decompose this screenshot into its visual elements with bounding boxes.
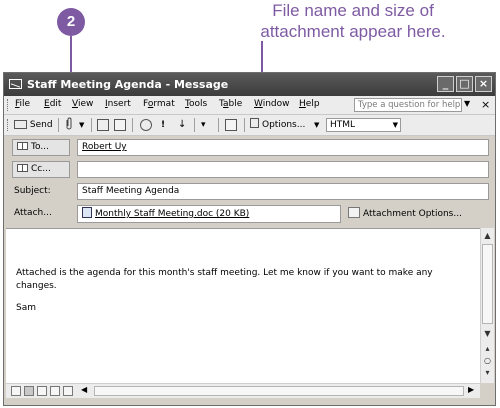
toolbar-separator bbox=[194, 118, 195, 132]
toolbar-grip[interactable] bbox=[7, 119, 10, 131]
message-paragraph: Attached is the agenda for this month's … bbox=[16, 268, 433, 291]
window-title: Staff Meeting Agenda - Message bbox=[27, 78, 229, 91]
menu-table[interactable]: Table bbox=[219, 99, 242, 109]
menu-window[interactable]: Window bbox=[254, 99, 290, 109]
cc-row: Cc... bbox=[4, 159, 495, 181]
callout-caption-line2: attachment appear here. bbox=[260, 22, 446, 41]
envelope-icon bbox=[14, 120, 27, 129]
to-button[interactable]: To... bbox=[12, 139, 70, 156]
menu-tools[interactable]: Tools bbox=[185, 99, 207, 109]
subject-label: Subject: bbox=[14, 186, 51, 196]
message-signature: Sam bbox=[16, 303, 36, 313]
attachment-options-icon bbox=[348, 207, 360, 218]
reading-layout-icon[interactable] bbox=[63, 386, 73, 396]
subject-field[interactable]: Staff Meeting Agenda bbox=[77, 183, 489, 200]
scroll-right-icon[interactable]: ▶ bbox=[468, 385, 474, 394]
scroll-thumb[interactable] bbox=[482, 244, 493, 324]
attachment-options-label: Attachment Options... bbox=[363, 209, 462, 219]
vertical-scrollbar[interactable]: ▲ ▼ ▴ ○ ▾ bbox=[480, 228, 494, 383]
address-book-icon[interactable] bbox=[97, 119, 109, 131]
standard-toolbar: Send ▼ ! ↓ ▾ Options... ▼ HTML ▼ bbox=[4, 115, 495, 136]
menu-edit[interactable]: Edit bbox=[44, 99, 61, 109]
scroll-down-icon[interactable]: ▼ bbox=[481, 328, 494, 340]
menu-format[interactable]: Format bbox=[143, 99, 175, 109]
print-layout-view-icon[interactable] bbox=[37, 386, 47, 396]
options-label: Options... bbox=[262, 120, 306, 130]
close-document-icon[interactable]: × bbox=[481, 98, 490, 111]
menu-file[interactable]: File bbox=[15, 99, 30, 109]
menu-insert[interactable]: Insert bbox=[105, 99, 131, 109]
check-names-icon[interactable] bbox=[114, 119, 126, 131]
options-button[interactable]: Options... bbox=[250, 117, 305, 133]
message-format-select[interactable]: HTML ▼ bbox=[326, 118, 401, 132]
toolbar-separator bbox=[218, 118, 219, 132]
high-importance-icon[interactable]: ! bbox=[161, 117, 165, 133]
options-dropdown-arrow-icon[interactable]: ▼ bbox=[314, 117, 319, 133]
attachment-file[interactable]: Monthly Staff Meeting.doc (20 KB) bbox=[95, 209, 249, 219]
attach-label: Attach... bbox=[14, 208, 52, 218]
paperclip-icon bbox=[66, 117, 72, 130]
title-bar: Staff Meeting Agenda - Message _ □ × bbox=[4, 73, 495, 96]
callout-step-number: 2 bbox=[57, 8, 85, 36]
address-book-icon bbox=[17, 164, 28, 172]
cc-field[interactable] bbox=[77, 161, 489, 178]
message-body[interactable]: Attached is the agenda for this month's … bbox=[6, 228, 480, 384]
word-document-icon bbox=[82, 207, 92, 218]
to-row: To... Robert Uy bbox=[4, 137, 495, 159]
outline-view-icon[interactable] bbox=[50, 386, 60, 396]
cc-label: Cc... bbox=[31, 164, 51, 174]
close-button[interactable]: × bbox=[475, 76, 492, 92]
attachment-options-button[interactable]: Attachment Options... bbox=[348, 207, 462, 219]
document-icon bbox=[250, 118, 259, 128]
cc-button[interactable]: Cc... bbox=[12, 161, 70, 178]
toolbar-separator bbox=[132, 118, 133, 132]
message-text: Attached is the agenda for this month's … bbox=[16, 267, 466, 324]
minimize-button[interactable]: _ bbox=[437, 76, 454, 92]
callout-caption-line1: File name and size of bbox=[272, 1, 434, 20]
select-browse-object-icon[interactable]: ○ bbox=[481, 356, 494, 365]
attach-dropdown-arrow-icon[interactable]: ▼ bbox=[79, 117, 84, 133]
toolbar-grip[interactable] bbox=[7, 99, 10, 111]
message-format-value: HTML bbox=[330, 120, 356, 130]
web-layout-view-icon[interactable] bbox=[24, 386, 34, 396]
menu-view[interactable]: View bbox=[72, 99, 93, 109]
scroll-up-icon[interactable]: ▲ bbox=[481, 230, 494, 242]
subject-row: Subject: Staff Meeting Agenda bbox=[4, 181, 495, 203]
follow-up-flag-icon[interactable]: ▾ bbox=[201, 117, 206, 133]
to-field[interactable]: Robert Uy bbox=[77, 139, 489, 156]
attach-file-button[interactable] bbox=[65, 117, 73, 133]
attachment-field[interactable]: Monthly Staff Meeting.doc (20 KB) bbox=[77, 205, 341, 223]
to-label: To... bbox=[31, 142, 49, 152]
previous-page-icon[interactable]: ▴ bbox=[481, 344, 494, 353]
horizontal-scrollbar[interactable]: ◀ ▶ bbox=[6, 383, 480, 398]
toolbar-separator bbox=[244, 118, 245, 132]
message-options-icon[interactable] bbox=[225, 119, 237, 131]
send-button[interactable]: Send bbox=[14, 117, 53, 133]
callout-caption: File name and size of attachment appear … bbox=[238, 0, 468, 42]
chevron-down-icon: ▼ bbox=[392, 121, 398, 129]
help-dropdown-arrow-icon[interactable]: ▼ bbox=[464, 99, 470, 108]
message-window: Staff Meeting Agenda - Message _ □ × Fil… bbox=[3, 72, 496, 406]
maximize-button[interactable]: □ bbox=[456, 76, 473, 92]
attach-row: Attach... Monthly Staff Meeting.doc (20 … bbox=[4, 203, 495, 225]
address-book-icon bbox=[17, 142, 28, 150]
send-label: Send bbox=[29, 120, 53, 130]
next-page-icon[interactable]: ▾ bbox=[481, 368, 494, 377]
normal-view-icon[interactable] bbox=[11, 386, 21, 396]
toolbar-separator bbox=[58, 118, 59, 132]
scroll-left-icon[interactable]: ◀ bbox=[81, 385, 87, 394]
toolbar-separator bbox=[91, 118, 92, 132]
menu-help[interactable]: Help bbox=[299, 99, 320, 109]
low-importance-icon[interactable]: ↓ bbox=[178, 117, 186, 133]
scroll-thumb[interactable] bbox=[94, 386, 464, 396]
permission-icon[interactable] bbox=[140, 119, 152, 131]
envelope-icon bbox=[9, 79, 22, 89]
help-search-input[interactable]: Type a question for help bbox=[354, 98, 462, 112]
menu-bar: File Edit View Insert Format Tools Table… bbox=[4, 96, 495, 115]
